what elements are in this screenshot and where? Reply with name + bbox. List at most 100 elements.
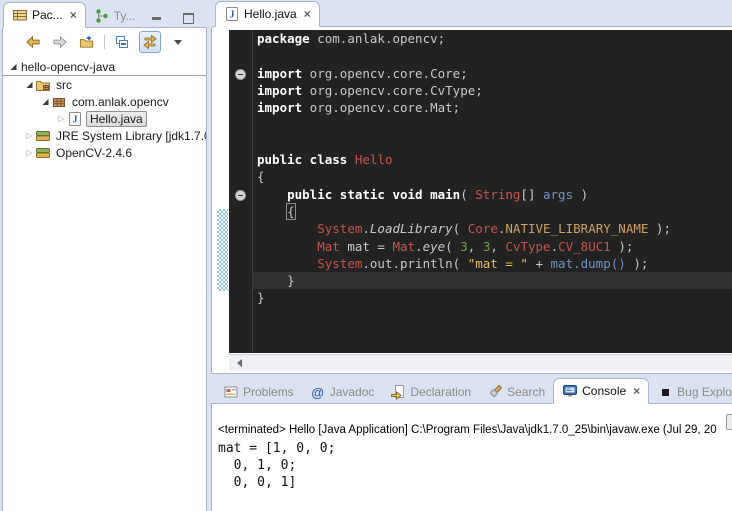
editor-tabbar: JHello.java× bbox=[215, 2, 320, 27]
console-output[interactable]: mat = [1, 0, 0; 0, 1, 0; 0, 0, 1] bbox=[212, 436, 732, 491]
package-icon bbox=[51, 94, 67, 110]
java-file-icon: J bbox=[224, 6, 240, 22]
code-line: import org.opencv.core.Core; bbox=[253, 65, 732, 82]
back-icon bbox=[25, 34, 41, 50]
collapse-all-icon bbox=[114, 34, 130, 50]
console-tab-console[interactable]: Console × bbox=[553, 378, 649, 404]
tab-label: Problems bbox=[243, 385, 294, 399]
link-with-editor-button[interactable] bbox=[139, 31, 161, 53]
collapse-all-button[interactable] bbox=[112, 32, 132, 52]
package-explorer-toolbar bbox=[3, 30, 206, 54]
view-tab-pac[interactable]: Pac...× bbox=[3, 2, 86, 28]
back-button[interactable] bbox=[23, 32, 43, 52]
tree-item-label: hello-opencv-java bbox=[19, 60, 117, 74]
search-icon bbox=[487, 384, 503, 400]
console-panel: <terminated> Hello [Java Application] C:… bbox=[211, 403, 732, 511]
library-icon bbox=[35, 145, 51, 161]
tree-expander-icon[interactable]: ▷ bbox=[56, 114, 67, 123]
range-indicator-column bbox=[216, 30, 229, 353]
editor-tab-hello-java[interactable]: JHello.java× bbox=[215, 1, 320, 27]
console-tabbar: Problems @ Javadoc Declaration Search Console… bbox=[215, 379, 732, 404]
code-line: System.out.println( "mat = " + mat.dump(… bbox=[253, 255, 732, 272]
tree-item-hello-opencv-java[interactable]: ◢hello-opencv-java bbox=[3, 58, 206, 76]
tree-expander-icon[interactable]: ◢ bbox=[24, 80, 35, 89]
minimize-button[interactable] bbox=[146, 8, 166, 28]
maximize-icon bbox=[180, 10, 196, 26]
java-file-icon: J bbox=[67, 111, 83, 127]
tree-item-label: src bbox=[54, 78, 74, 92]
tree-expander-icon[interactable]: ▷ bbox=[24, 148, 35, 157]
tab-label: Search bbox=[507, 385, 545, 399]
package-explorer-tabbar: Pac...× Ty... bbox=[3, 3, 143, 28]
code-line bbox=[253, 47, 732, 64]
tree-item-label: OpenCV-2.4.6 bbox=[54, 146, 134, 160]
console-toolbar-button[interactable] bbox=[726, 414, 732, 430]
svg-text:J: J bbox=[230, 10, 235, 21]
console-title: <terminated> Hello [Java Application] C:… bbox=[212, 404, 732, 436]
toolbar-separator bbox=[104, 35, 105, 49]
code-line: package com.anlak.opencv; bbox=[253, 30, 732, 47]
eclipse-workbench: Pac...×Ty... ◢hello-opencv-java◢src◢com.… bbox=[0, 0, 732, 511]
scroll-left-icon[interactable] bbox=[233, 359, 242, 367]
tree-item-opencv-2-4-6[interactable]: ▷ OpenCV-2.4.6 bbox=[3, 144, 206, 161]
tree-item-hello-java[interactable]: ▷JHello.java bbox=[3, 110, 206, 127]
minimize-icon bbox=[148, 10, 164, 26]
code-line bbox=[253, 116, 732, 133]
view-menu-button[interactable] bbox=[168, 32, 188, 52]
tree-expander-icon[interactable]: ▷ bbox=[24, 131, 35, 140]
console-tab-declaration[interactable]: Declaration bbox=[382, 380, 479, 404]
code-line: Mat mat = Mat.eye( 3, 3, CvType.CV_8UC1 … bbox=[253, 238, 732, 255]
tree-expander-icon[interactable]: ◢ bbox=[40, 97, 51, 106]
horizontal-scrollbar[interactable] bbox=[229, 354, 732, 371]
javadoc-icon: @ bbox=[310, 384, 326, 400]
code-line: { bbox=[253, 203, 732, 220]
problems-icon bbox=[223, 384, 239, 400]
tree-item-label: Hello.java bbox=[86, 111, 147, 127]
forward-icon bbox=[52, 34, 68, 50]
library-icon bbox=[35, 128, 51, 144]
code-line: { bbox=[253, 168, 732, 185]
view-window-controls bbox=[146, 8, 198, 28]
go-up-button[interactable] bbox=[77, 32, 97, 52]
code-line: import org.opencv.core.CvType; bbox=[253, 82, 732, 99]
maximize-button[interactable] bbox=[178, 8, 198, 28]
console-output-line: 0, 1, 0; bbox=[218, 457, 732, 474]
package-explorer-icon bbox=[12, 7, 28, 23]
code-line: } bbox=[253, 272, 732, 289]
fold-marker-icon[interactable] bbox=[235, 69, 246, 80]
console-tab-javadoc[interactable]: @ Javadoc bbox=[302, 380, 383, 404]
forward-button[interactable] bbox=[50, 32, 70, 52]
tree-item-src[interactable]: ◢ src bbox=[3, 76, 206, 93]
tree-expander-icon[interactable]: ◢ bbox=[8, 62, 19, 71]
package-explorer-tree: ◢hello-opencv-java◢src◢com.anlak.opencv▷… bbox=[3, 54, 206, 161]
tab-label: Bug Explorer bbox=[677, 385, 732, 399]
editor-body: package com.anlak.opencv; import org.open… bbox=[229, 30, 732, 353]
code-line: public class Hello bbox=[253, 151, 732, 168]
tree-item-jre-system-library-jdk1-7-0[interactable]: ▷JRE System Library [jdk1.7.0 bbox=[3, 127, 206, 144]
source-folder-icon bbox=[35, 77, 51, 93]
editor-panel: package com.anlak.opencv; import org.open… bbox=[211, 26, 732, 374]
close-icon[interactable]: × bbox=[633, 385, 640, 397]
code-line: } bbox=[253, 289, 732, 306]
close-icon[interactable]: × bbox=[304, 8, 311, 20]
tree-item-com-anlak-opencv[interactable]: ◢ com.anlak.opencv bbox=[3, 93, 206, 110]
tree-item-label: com.anlak.opencv bbox=[70, 95, 171, 109]
code-area[interactable]: package com.anlak.opencv; import org.open… bbox=[253, 30, 732, 353]
console-tab-problems[interactable]: Problems bbox=[215, 380, 302, 404]
tab-label: Declaration bbox=[410, 385, 471, 399]
console-output-line: mat = [1, 0, 0; bbox=[218, 440, 732, 457]
view-tab-ty[interactable]: Ty... bbox=[86, 4, 144, 28]
close-icon[interactable]: × bbox=[70, 9, 77, 21]
console-output-line: 0, 0, 1] bbox=[218, 474, 732, 491]
missing-icon bbox=[657, 384, 673, 400]
tab-label: Console bbox=[582, 384, 626, 398]
tab-label: Javadoc bbox=[330, 385, 375, 399]
console-tab-bug-explorer[interactable]: Bug Explorer bbox=[649, 380, 732, 404]
console-tab-search[interactable]: Search bbox=[479, 380, 553, 404]
code-line bbox=[253, 134, 732, 151]
tab-label: Ty... bbox=[114, 9, 136, 23]
view-menu-icon bbox=[170, 34, 186, 50]
go-up-icon bbox=[79, 34, 95, 50]
fold-marker-icon[interactable] bbox=[235, 190, 246, 201]
range-indicator bbox=[217, 209, 228, 291]
